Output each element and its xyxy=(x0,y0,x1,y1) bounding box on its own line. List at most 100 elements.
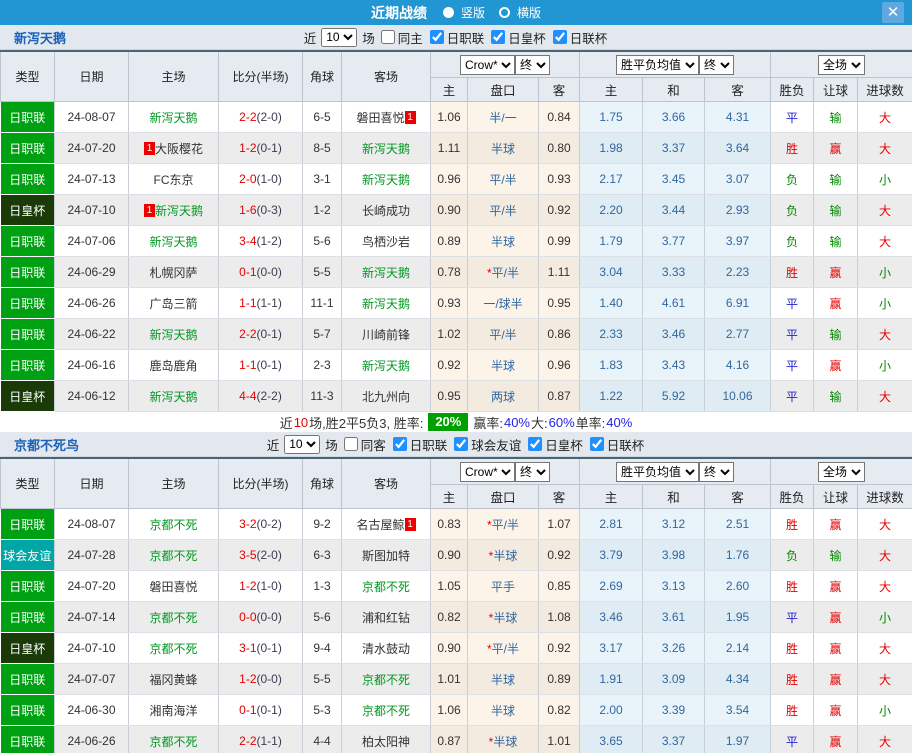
home-team-link[interactable]: 京都不死 xyxy=(149,611,197,625)
home-team-link[interactable]: 京都不死 xyxy=(149,735,197,749)
home-team-link[interactable]: 鹿岛鹿角 xyxy=(149,359,197,373)
away-team-link[interactable]: 京都不死 xyxy=(362,704,410,718)
avg-away: 3.54 xyxy=(704,694,772,726)
avg-home: 1.91 xyxy=(579,663,643,695)
league-checkbox[interactable] xyxy=(429,30,444,44)
score: 3-4(1-2) xyxy=(218,225,303,257)
goals-result: 大 xyxy=(857,539,912,571)
scope-select[interactable]: 全场 xyxy=(818,461,866,482)
league-checkbox[interactable] xyxy=(552,30,567,44)
league-checkbox[interactable] xyxy=(392,437,407,451)
home-team-link[interactable]: 新泻天鹅 xyxy=(149,111,197,125)
league-checkbox[interactable] xyxy=(528,437,543,451)
avg-odds-select[interactable]: 胜平负均值 xyxy=(616,54,699,75)
vertical-radio[interactable] xyxy=(442,7,454,18)
avg-away: 4.34 xyxy=(704,663,772,695)
bookmaker-select[interactable]: Crow* xyxy=(460,54,515,75)
goals-result: 大 xyxy=(857,194,912,226)
same-venue-checkbox[interactable] xyxy=(343,437,358,451)
home-team-link[interactable]: 京都不死 xyxy=(149,518,197,532)
bookmaker-select[interactable]: Crow* xyxy=(460,461,515,482)
home-odds: 0.78 xyxy=(430,256,468,288)
col-score: 比分(半场) xyxy=(218,457,303,509)
corners: 3-1 xyxy=(302,163,342,195)
away-team-link[interactable]: 清水鼓动 xyxy=(362,642,410,656)
avg-odds-select[interactable]: 胜平负均值 xyxy=(616,461,699,482)
match-date: 24-06-29 xyxy=(54,256,129,288)
avg-draw: 3.46 xyxy=(642,318,705,350)
home-team-link[interactable]: 新泻天鹅 xyxy=(149,328,197,342)
home-team: 鹿岛鹿角 xyxy=(128,349,219,381)
home-team-link[interactable]: 新泻天鹅 xyxy=(149,235,197,249)
away-team-link[interactable]: 京都不死 xyxy=(362,673,410,687)
final-avg-select[interactable]: 终 xyxy=(699,54,734,75)
col-avg-home: 主 xyxy=(579,484,643,509)
corners: 4-4 xyxy=(302,725,342,753)
away-team-link[interactable]: 柏太阳神 xyxy=(362,735,410,749)
home-team-link[interactable]: FC东京 xyxy=(154,173,194,187)
home-odds: 0.83 xyxy=(430,508,468,540)
handicap: *半球 xyxy=(467,601,539,633)
away-team-link[interactable]: 新泻天鹅 xyxy=(362,266,410,280)
team-name: 新泻天鹅 xyxy=(14,30,67,46)
away-team-link[interactable]: 鸟栖沙岩 xyxy=(362,235,410,249)
league-checkbox[interactable] xyxy=(589,437,604,451)
match-count-select[interactable]: 10 xyxy=(321,27,358,47)
home-team-link[interactable]: 京都不死 xyxy=(149,549,197,563)
score: 2-2(0-1) xyxy=(218,318,303,350)
corners: 8-5 xyxy=(302,132,342,164)
final-odds-select[interactable]: 终 xyxy=(515,54,550,75)
table-row: 日皇杯 24-07-10 1 新泻天鹅 1-6(0-3) 1-2 长崎成功 0.90 平/半 0.… xyxy=(0,194,912,226)
same-venue-checkbox[interactable] xyxy=(380,30,395,44)
result: 胜 xyxy=(770,694,815,726)
score: 1-1(0-1) xyxy=(218,349,303,381)
result: 平 xyxy=(770,349,815,381)
final-avg-select[interactable]: 终 xyxy=(699,461,734,482)
league-checkbox[interactable] xyxy=(491,30,506,44)
home-team-link[interactable]: 京都不死 xyxy=(149,642,197,656)
away-team-link[interactable]: 北九州向 xyxy=(362,390,410,404)
scope-select[interactable]: 全场 xyxy=(818,54,866,75)
away-team-link[interactable]: 新泻天鹅 xyxy=(362,297,410,311)
home-team: 新泻天鹅 xyxy=(128,318,219,350)
away-team: 新泻天鹅 xyxy=(341,132,431,164)
home-odds: 1.06 xyxy=(430,694,468,726)
horizontal-radio[interactable] xyxy=(499,7,510,18)
match-date: 24-08-07 xyxy=(54,101,129,133)
match-type: 日皇杯 xyxy=(0,632,55,664)
table-body: 日职联 24-08-07 新泻天鹅 2-2(2-0) 6-5 磐田喜悦 1 1.06 半/一 0.… xyxy=(0,101,912,412)
avg-away: 3.64 xyxy=(704,132,772,164)
avg-home: 1.75 xyxy=(579,101,643,133)
summary-text: 单率: xyxy=(575,415,606,431)
away-team-link[interactable]: 长崎成功 xyxy=(362,204,410,218)
final-odds-select[interactable]: 终 xyxy=(515,461,550,482)
home-odds: 0.82 xyxy=(430,601,468,633)
close-icon[interactable]: ✕ xyxy=(882,2,904,23)
home-team: 新泻天鹅 xyxy=(128,101,219,133)
avg-home: 1.98 xyxy=(579,132,643,164)
matches-table: 类型 日期 主场 比分(半场) 角球 客场 Crow* 终胜平负均值终全场主盘口客主和客胜负让… xyxy=(0,457,912,753)
home-team-link[interactable]: 广岛三箭 xyxy=(149,297,197,311)
away-team-link[interactable]: 磐田喜悦 xyxy=(356,111,404,125)
away-team-link[interactable]: 名古屋鲸 xyxy=(356,518,404,532)
away-team-link[interactable]: 浦和红钻 xyxy=(362,611,410,625)
away-team-link[interactable]: 川崎前锋 xyxy=(362,328,410,342)
home-team-link[interactable]: 新泻天鹅 xyxy=(149,390,197,404)
home-team-link[interactable]: 磐田喜悦 xyxy=(149,580,197,594)
match-count-select[interactable]: 10 xyxy=(284,434,321,454)
col-avg-draw: 和 xyxy=(642,77,705,102)
avg-home: 3.04 xyxy=(579,256,643,288)
league-checkbox[interactable] xyxy=(454,437,469,451)
home-team-link[interactable]: 湘南海洋 xyxy=(149,704,197,718)
away-team-link[interactable]: 新泻天鹅 xyxy=(362,173,410,187)
home-team-link[interactable]: 大阪樱花 xyxy=(155,142,203,156)
away-team-link[interactable]: 新泻天鹅 xyxy=(362,142,410,156)
home-team-link[interactable]: 新泻天鹅 xyxy=(155,204,203,218)
away-team-link[interactable]: 京都不死 xyxy=(362,580,410,594)
red-card-badge: 1 xyxy=(404,517,416,531)
home-team-link[interactable]: 福冈黄蜂 xyxy=(149,673,197,687)
away-team-link[interactable]: 斯图加特 xyxy=(362,549,410,563)
home-team-link[interactable]: 札幌冈萨 xyxy=(149,266,197,280)
away-team-link[interactable]: 新泻天鹅 xyxy=(362,359,410,373)
avg-home: 1.83 xyxy=(579,349,643,381)
